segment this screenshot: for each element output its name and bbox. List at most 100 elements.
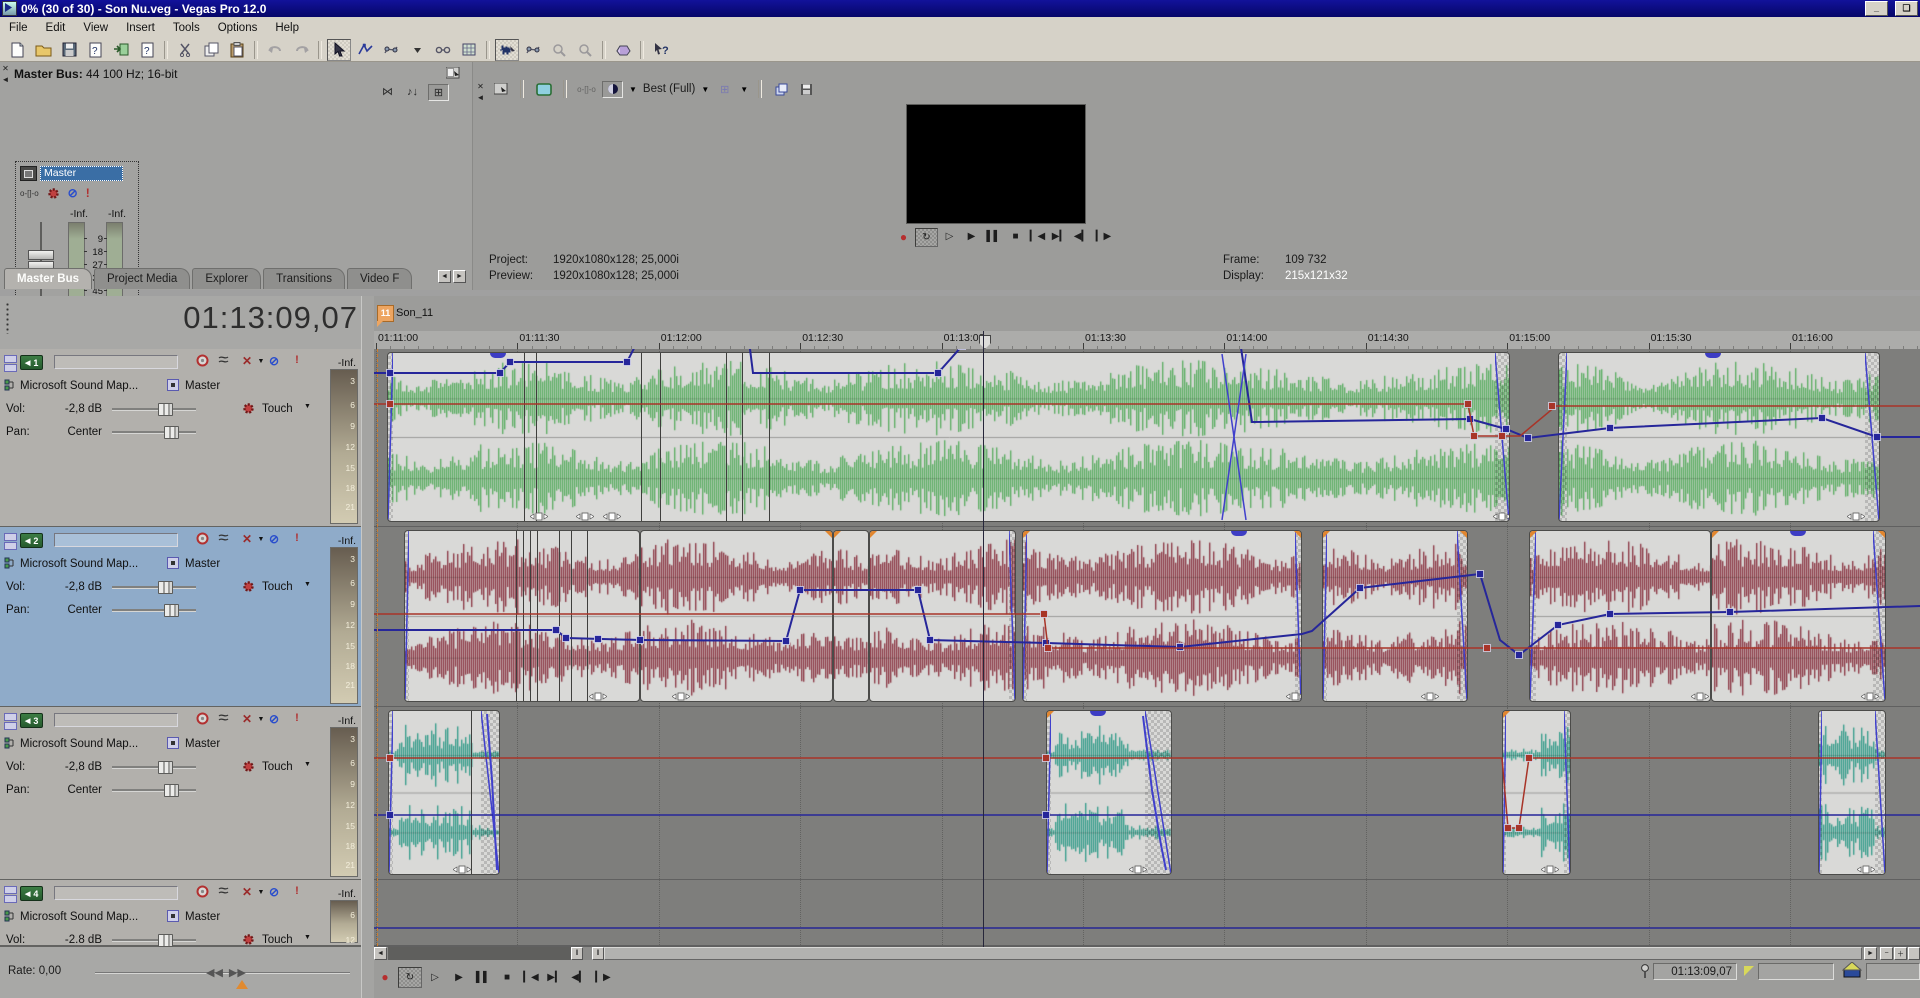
audio-event[interactable]	[640, 530, 833, 702]
menu-insert[interactable]: Insert	[117, 20, 164, 36]
event-gain-icon[interactable]	[672, 688, 690, 697]
track-3-header[interactable]: ◀3✕▼⊘!-Inf.Microsoft Sound Map...MasterV…	[0, 707, 361, 881]
menu-tools[interactable]: Tools	[164, 20, 209, 36]
automation-gear-icon[interactable]	[242, 933, 255, 949]
event-gain-icon[interactable]	[603, 508, 621, 517]
pan-value[interactable]: Center	[44, 604, 102, 616]
automation-dropdown-icon[interactable]: ▼	[304, 403, 311, 410]
vol-slider-track[interactable]	[112, 586, 196, 589]
event-gain-icon[interactable]	[1421, 688, 1439, 697]
cut-icon[interactable]	[173, 39, 197, 61]
tab-master-bus[interactable]: Master Bus	[4, 268, 92, 289]
automation-dropdown-icon[interactable]: ▼	[304, 581, 311, 588]
track-name-field[interactable]	[54, 355, 178, 369]
audio-event[interactable]	[1046, 710, 1172, 875]
restore-button[interactable]: ❏	[1895, 1, 1918, 16]
undo-icon[interactable]	[263, 39, 287, 61]
pan-slider-track[interactable]	[112, 609, 196, 612]
event-gain-icon[interactable]	[1286, 688, 1302, 697]
pan-value[interactable]: Center	[44, 426, 102, 438]
track-name-field[interactable]	[54, 713, 178, 727]
pan-value[interactable]: Center	[44, 784, 102, 796]
bus-name-field[interactable]: Master	[40, 166, 123, 181]
preview-quality-icon[interactable]	[602, 81, 623, 98]
device-explorer-icon[interactable]: ?	[135, 39, 159, 61]
bus-name[interactable]: Master	[185, 911, 220, 923]
pan-slider-track[interactable]	[112, 431, 196, 434]
event-gain-icon[interactable]	[1691, 688, 1709, 697]
tab-scroll-right-icon[interactable]: ►	[453, 270, 466, 283]
close-icon[interactable]: ✕	[2, 64, 9, 73]
menu-view[interactable]: View	[74, 20, 117, 36]
envelope-toggle-icon[interactable]	[217, 532, 233, 546]
vol-slider-handle[interactable]	[158, 403, 173, 416]
menu-file[interactable]: File	[0, 20, 37, 36]
record-button[interactable]: ●	[893, 228, 914, 245]
bus-assign-icon[interactable]	[167, 737, 179, 752]
track-minrestore[interactable]	[4, 533, 17, 550]
bus-restore-icon[interactable]	[20, 166, 37, 181]
save-snapshot-icon[interactable]	[797, 82, 816, 97]
play-button[interactable]: ▶	[961, 228, 982, 245]
dim-output-icon[interactable]: ♪↓	[403, 84, 422, 99]
stop-button[interactable]: ■	[1005, 228, 1026, 245]
vol-value[interactable]: -2,8 dB	[44, 581, 102, 593]
fx-chain-icon[interactable]: o-[]-o	[20, 189, 39, 198]
horizontal-scrollbar[interactable]: ◄ ‖ ‖ ► − ＋	[374, 947, 1920, 960]
automation-mode[interactable]: Touch	[262, 403, 293, 415]
timecode-display[interactable]: 01:13:09,07	[0, 300, 358, 336]
go-to-start-button[interactable]: ▎◀	[1027, 228, 1048, 245]
phase-invert-icon[interactable]: !	[289, 532, 305, 544]
audio-event[interactable]	[1558, 352, 1880, 522]
overlay-grid-icon[interactable]: ⊞	[715, 82, 734, 97]
track-2-header[interactable]: ◀2✕▼⊘!-Inf.Microsoft Sound Map...MasterV…	[0, 527, 361, 708]
vol-slider-track[interactable]	[112, 408, 196, 411]
mute-icon[interactable]: ⊘	[68, 186, 78, 200]
bus-assign-icon[interactable]	[167, 910, 179, 925]
track-3-lane[interactable]	[374, 707, 1920, 879]
scroll-left-icon[interactable]: ◄	[374, 947, 387, 960]
pan-slider-handle[interactable]	[164, 604, 179, 617]
downmix-output-icon[interactable]: ⋈	[378, 84, 397, 99]
event-gain-icon[interactable]	[589, 688, 607, 697]
automation-gear-icon[interactable]	[242, 760, 255, 776]
vol-value[interactable]: -2,8 dB	[44, 761, 102, 773]
device-name[interactable]: Microsoft Sound Map...	[20, 380, 138, 392]
vol-slider-handle[interactable]	[158, 934, 173, 947]
collapse-icon[interactable]: ◄	[2, 75, 10, 84]
tab-project-media[interactable]: Project Media	[94, 268, 190, 289]
previous-frame-button[interactable]: ◀▎	[1071, 228, 1092, 245]
snap-toggle-icon[interactable]	[431, 39, 455, 61]
bus-name[interactable]: Master	[185, 738, 220, 750]
event-gain-icon[interactable]	[1493, 508, 1510, 517]
track-name-field[interactable]	[54, 533, 178, 547]
title-bar[interactable]: 0% (30 of 30) - Son Nu.veg - Vegas Pro 1…	[0, 0, 1920, 17]
loop-playback-button[interactable]: ↻	[915, 228, 938, 247]
project-properties-icon[interactable]: ?	[83, 39, 107, 61]
marker-bar[interactable]: 11Son_11	[374, 296, 1920, 331]
copy-snapshot-icon[interactable]	[772, 82, 791, 97]
zoom-handle-right[interactable]: ‖	[592, 947, 604, 960]
new-project-icon[interactable]	[5, 39, 29, 61]
preview-quality-label[interactable]: Best (Full)	[643, 83, 695, 95]
keyframe-home-icon[interactable]	[1842, 962, 1862, 983]
pause-button[interactable]: ▌▌	[983, 228, 1004, 245]
scroll-right-icon[interactable]: ►	[1864, 947, 1877, 960]
mixer-pane-grip[interactable]: ✕ ◄	[0, 62, 11, 284]
spline-tool-icon[interactable]	[521, 39, 545, 61]
vol-slider-handle[interactable]	[158, 581, 173, 594]
record-arm-icon[interactable]	[194, 354, 210, 370]
paste-icon[interactable]	[225, 39, 249, 61]
vol-slider-handle[interactable]	[158, 761, 173, 774]
tab-video-f[interactable]: Video F	[347, 268, 412, 289]
whats-this-help-icon[interactable]: ?	[649, 39, 673, 61]
audio-event[interactable]	[1711, 530, 1886, 702]
record-arm-icon[interactable]	[194, 532, 210, 548]
automation-dropdown-icon[interactable]: ▼	[304, 934, 311, 941]
audio-event[interactable]	[1022, 530, 1302, 702]
mixer-properties-icon[interactable]: ⊞	[428, 84, 449, 101]
audio-event[interactable]	[869, 530, 1016, 702]
automation-mode[interactable]: Touch	[262, 761, 293, 773]
pan-slider-handle[interactable]	[164, 784, 179, 797]
event-gain-icon[interactable]	[453, 861, 471, 870]
